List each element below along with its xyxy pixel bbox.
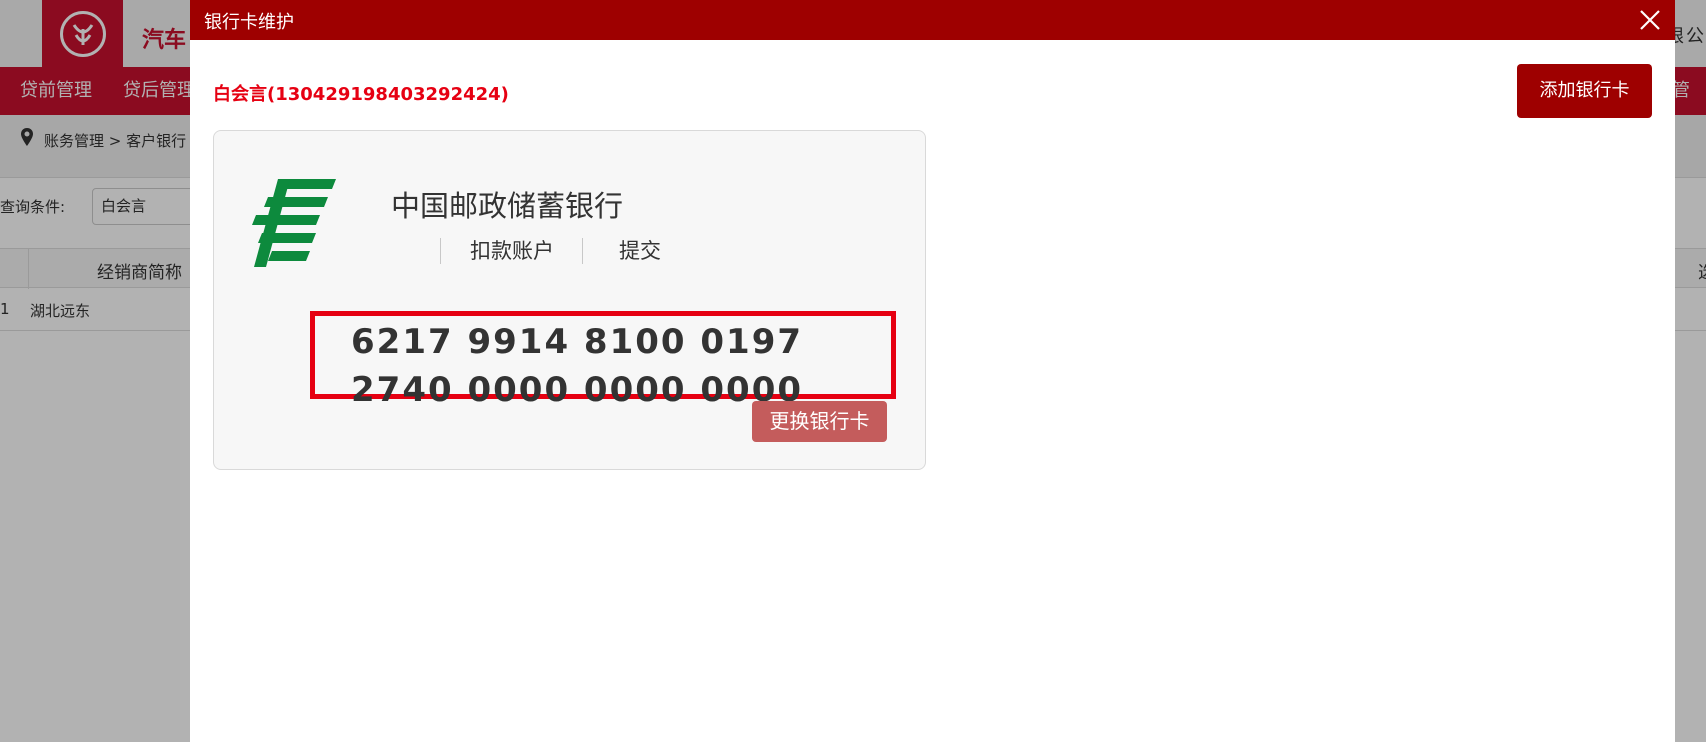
card-number: 6217 9914 8100 0197 2740 0000 0000 0000 (351, 322, 804, 410)
divider (582, 238, 583, 264)
modal-title: 银行卡维护 (204, 12, 294, 33)
card-number-highlight: 6217 9914 8100 0197 2740 0000 0000 0000 (310, 311, 896, 410)
close-icon[interactable] (1638, 8, 1662, 32)
account-type: 扣款账户 (470, 239, 554, 263)
replace-bank-card-button[interactable]: 更换银行卡 (752, 401, 887, 442)
customer-label: 白会言(130429198403292424) (213, 84, 509, 105)
bank-card: 中国邮政储蓄银行 扣款账户 提交 6217 9914 8100 0197 274… (213, 130, 926, 470)
bank-card-modal: 银行卡维护 白会言(130429198403292424) 添加银行卡 中国邮政… (190, 0, 1675, 742)
submit-status[interactable]: 提交 (619, 235, 661, 265)
bank-name: 中国邮政储蓄银行 (391, 189, 624, 223)
postal-savings-bank-logo-icon (252, 179, 336, 267)
divider (440, 238, 441, 264)
add-bank-card-button[interactable]: 添加银行卡 (1517, 64, 1652, 118)
modal-titlebar: 银行卡维护 (190, 0, 1675, 40)
